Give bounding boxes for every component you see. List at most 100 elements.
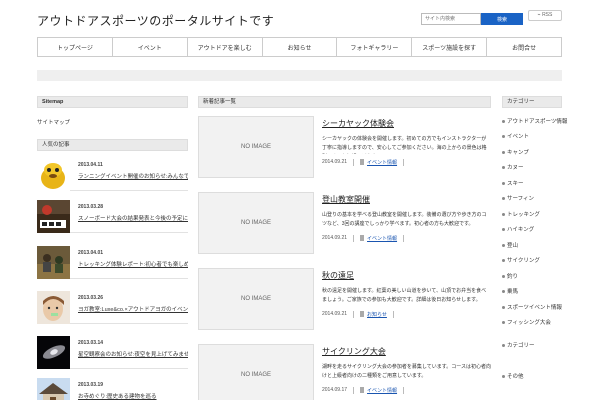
- thumbnail-image[interactable]: [37, 291, 70, 324]
- bullet-icon: [502, 258, 505, 262]
- category-label: アウトドアスポーツ情報: [507, 119, 568, 125]
- breadcrumb-bar: [37, 70, 562, 81]
- category-label: カテゴリー: [507, 343, 535, 349]
- post-item: NO IMAGE 秋の遠足 秋の遠足を開催します。紅葉の美しい山道を歩いて、山頂…: [198, 268, 491, 330]
- nav-item-gallery[interactable]: フォトギャラリー: [337, 38, 413, 56]
- sitemap-link[interactable]: サイトマップ: [37, 118, 70, 126]
- category-item[interactable]: スポーツイベント情報: [502, 303, 562, 311]
- post-category-link[interactable]: イベント情報: [367, 159, 397, 166]
- meta-divider: [403, 158, 405, 166]
- no-image-thumbnail[interactable]: NO IMAGE: [198, 116, 314, 178]
- rss-button[interactable]: ⌁ RSS: [528, 10, 562, 21]
- category-item[interactable]: フィッシング大会: [502, 318, 551, 326]
- popular-title-link[interactable]: ランニングイベント開催のお知らせ:みんなで一緒に走りましょう: [78, 172, 188, 180]
- nav-item-facilities[interactable]: スポーツ施設を探す: [412, 38, 488, 56]
- category-label: トレッキング: [507, 212, 540, 218]
- post-item: NO IMAGE シーカヤック体験会 シーカヤックの体験会を開催します。初めての…: [198, 116, 491, 178]
- popular-item[interactable]: 2013.03.19 お寺めぐり:歴史ある建物を巡る: [37, 378, 188, 400]
- category-item[interactable]: カヌー: [502, 163, 524, 171]
- category-item[interactable]: カテゴリー: [502, 341, 535, 349]
- post-category-link[interactable]: イベント情報: [367, 387, 397, 394]
- popular-title-link[interactable]: ヨガ教室:Luxe&co.×アウトドアヨガのイベント情報: [78, 305, 188, 313]
- nav-item-news[interactable]: お知らせ: [263, 38, 338, 56]
- category-item[interactable]: 乗馬: [502, 287, 518, 295]
- category-item[interactable]: イベント: [502, 132, 529, 140]
- popular-date: 2013.04.01: [78, 250, 104, 256]
- category-label: スポーツイベント情報: [507, 305, 562, 311]
- post-category-link[interactable]: イベント情報: [367, 235, 397, 242]
- popular-item[interactable]: 2013.03.26 ヨガ教室:Luxe&co.×アウトドアヨガのイベント情報: [37, 291, 188, 324]
- category-item[interactable]: アウトドアスポーツ情報: [502, 117, 567, 125]
- post-meta: 2014.09.21 イベント情報: [322, 158, 410, 166]
- post-meta: 2014.09.21 イベント情報: [322, 234, 410, 242]
- category-item[interactable]: 登山: [502, 241, 518, 249]
- category-item[interactable]: その他: [502, 372, 524, 380]
- post-date: 2014.09.17: [322, 387, 348, 393]
- post-title-link[interactable]: サイクリング大会: [322, 346, 386, 357]
- category-label: イベント: [507, 134, 530, 140]
- nav-item-events[interactable]: イベント: [113, 38, 188, 56]
- meta-divider: [403, 386, 405, 394]
- search-input[interactable]: [421, 13, 481, 25]
- thumbnail-image[interactable]: [37, 336, 70, 369]
- post-excerpt: 山登りの基本を学べる登山教室を開催します。装備の選び方や歩き方のコツなど、3回の…: [322, 212, 487, 227]
- popular-title-link[interactable]: トレッキング体験レポート:初心者でも楽しめるコース紹介: [78, 260, 188, 268]
- no-image-thumbnail[interactable]: NO IMAGE: [198, 344, 314, 400]
- category-label: ハイキング: [507, 227, 535, 233]
- bullet-icon: [502, 374, 505, 378]
- category-item[interactable]: トレッキング: [502, 210, 540, 218]
- main-nav: トップページ イベント アウトドアを楽しむ お知らせ フォトギャラリー スポーツ…: [37, 37, 562, 57]
- no-image-thumbnail[interactable]: NO IMAGE: [198, 192, 314, 254]
- bullet-icon: [502, 243, 505, 247]
- site-title[interactable]: アウトドアスポーツのポータルサイトです: [37, 12, 274, 29]
- post-date: 2014.09.21: [322, 159, 348, 165]
- popular-title-link[interactable]: 星空観察会のお知らせ:夜空を見上げてみませんか: [78, 350, 188, 358]
- category-item[interactable]: キャンプ: [502, 148, 529, 156]
- post-title-link[interactable]: 秋の遠足: [322, 270, 354, 281]
- category-label: サイクリング: [507, 258, 540, 264]
- popular-title-link[interactable]: お寺めぐり:歴史ある建物を巡る: [78, 392, 188, 400]
- popular-item[interactable]: 2013.03.28 スノーボード大会の結果発表と今後の予定について: [37, 200, 188, 233]
- post-title-link[interactable]: シーカヤック体験会: [322, 118, 394, 129]
- search-button[interactable]: 検索: [481, 13, 523, 25]
- category-label: スキー: [507, 181, 524, 187]
- nav-item-outdoor[interactable]: アウトドアを楽しむ: [188, 38, 263, 56]
- post-meta: 2014.09.17 イベント情報: [322, 386, 410, 394]
- category-label: 登山: [507, 243, 519, 249]
- post-excerpt: 湖畔を走るサイクリング大会の参加者を募集しています。コースは初心者向けと上級者向…: [322, 364, 491, 379]
- category-item[interactable]: ハイキング: [502, 225, 534, 233]
- bullet-icon: [502, 165, 505, 169]
- thumbnail-image[interactable]: [37, 200, 70, 233]
- no-image-thumbnail[interactable]: NO IMAGE: [198, 268, 314, 330]
- post-excerpt: 秋の遠足を開催します。紅葉の美しい山道を歩いて、山頂でお弁当を食べましょう。ご家…: [322, 288, 487, 303]
- post-meta: 2014.09.21 お知らせ: [322, 310, 400, 318]
- post-category-link[interactable]: お知らせ: [367, 311, 387, 318]
- meta-divider: [353, 386, 355, 394]
- meta-divider: [392, 310, 394, 318]
- popular-date: 2013.03.26: [78, 295, 104, 301]
- popular-item[interactable]: 2013.04.01 トレッキング体験レポート:初心者でも楽しめるコース紹介: [37, 246, 188, 279]
- post-title-link[interactable]: 登山教室開催: [322, 194, 370, 205]
- bullet-icon: [502, 212, 505, 216]
- category-item[interactable]: サーフィン: [502, 194, 534, 202]
- thumbnail-image[interactable]: [37, 246, 70, 279]
- bullet-icon: [502, 274, 505, 278]
- popular-item[interactable]: 2013.03.14 星空観察会のお知らせ:夜空を見上げてみませんか: [37, 336, 188, 369]
- popular-title-link[interactable]: スノーボード大会の結果発表と今後の予定について: [78, 214, 188, 222]
- post-item: NO IMAGE 登山教室開催 山登りの基本を学べる登山教室を開催します。装備の…: [198, 192, 491, 254]
- thumbnail-image[interactable]: [37, 158, 70, 191]
- popular-item[interactable]: 2013.04.11 ランニングイベント開催のお知らせ:みんなで一緒に走りましょ…: [37, 158, 188, 191]
- bullet-icon: [502, 343, 505, 347]
- category-item[interactable]: サイクリング: [502, 256, 540, 264]
- thumbnail-image[interactable]: [37, 378, 70, 400]
- category-label: フィッシング大会: [507, 320, 551, 326]
- popular-date: 2013.03.19: [78, 382, 104, 388]
- category-item[interactable]: 釣り: [502, 272, 518, 280]
- nav-item-contact[interactable]: お問合せ: [487, 38, 561, 56]
- category-item[interactable]: スキー: [502, 179, 524, 187]
- nav-item-top[interactable]: トップページ: [38, 38, 113, 56]
- bullet-icon: [502, 181, 505, 185]
- bullet-icon: [502, 196, 505, 200]
- post-excerpt: シーカヤックの体験会を開催します。初めての方でもインストラクターが丁寧に指導しま…: [322, 136, 487, 151]
- popular-title: 人気の記事: [37, 139, 188, 151]
